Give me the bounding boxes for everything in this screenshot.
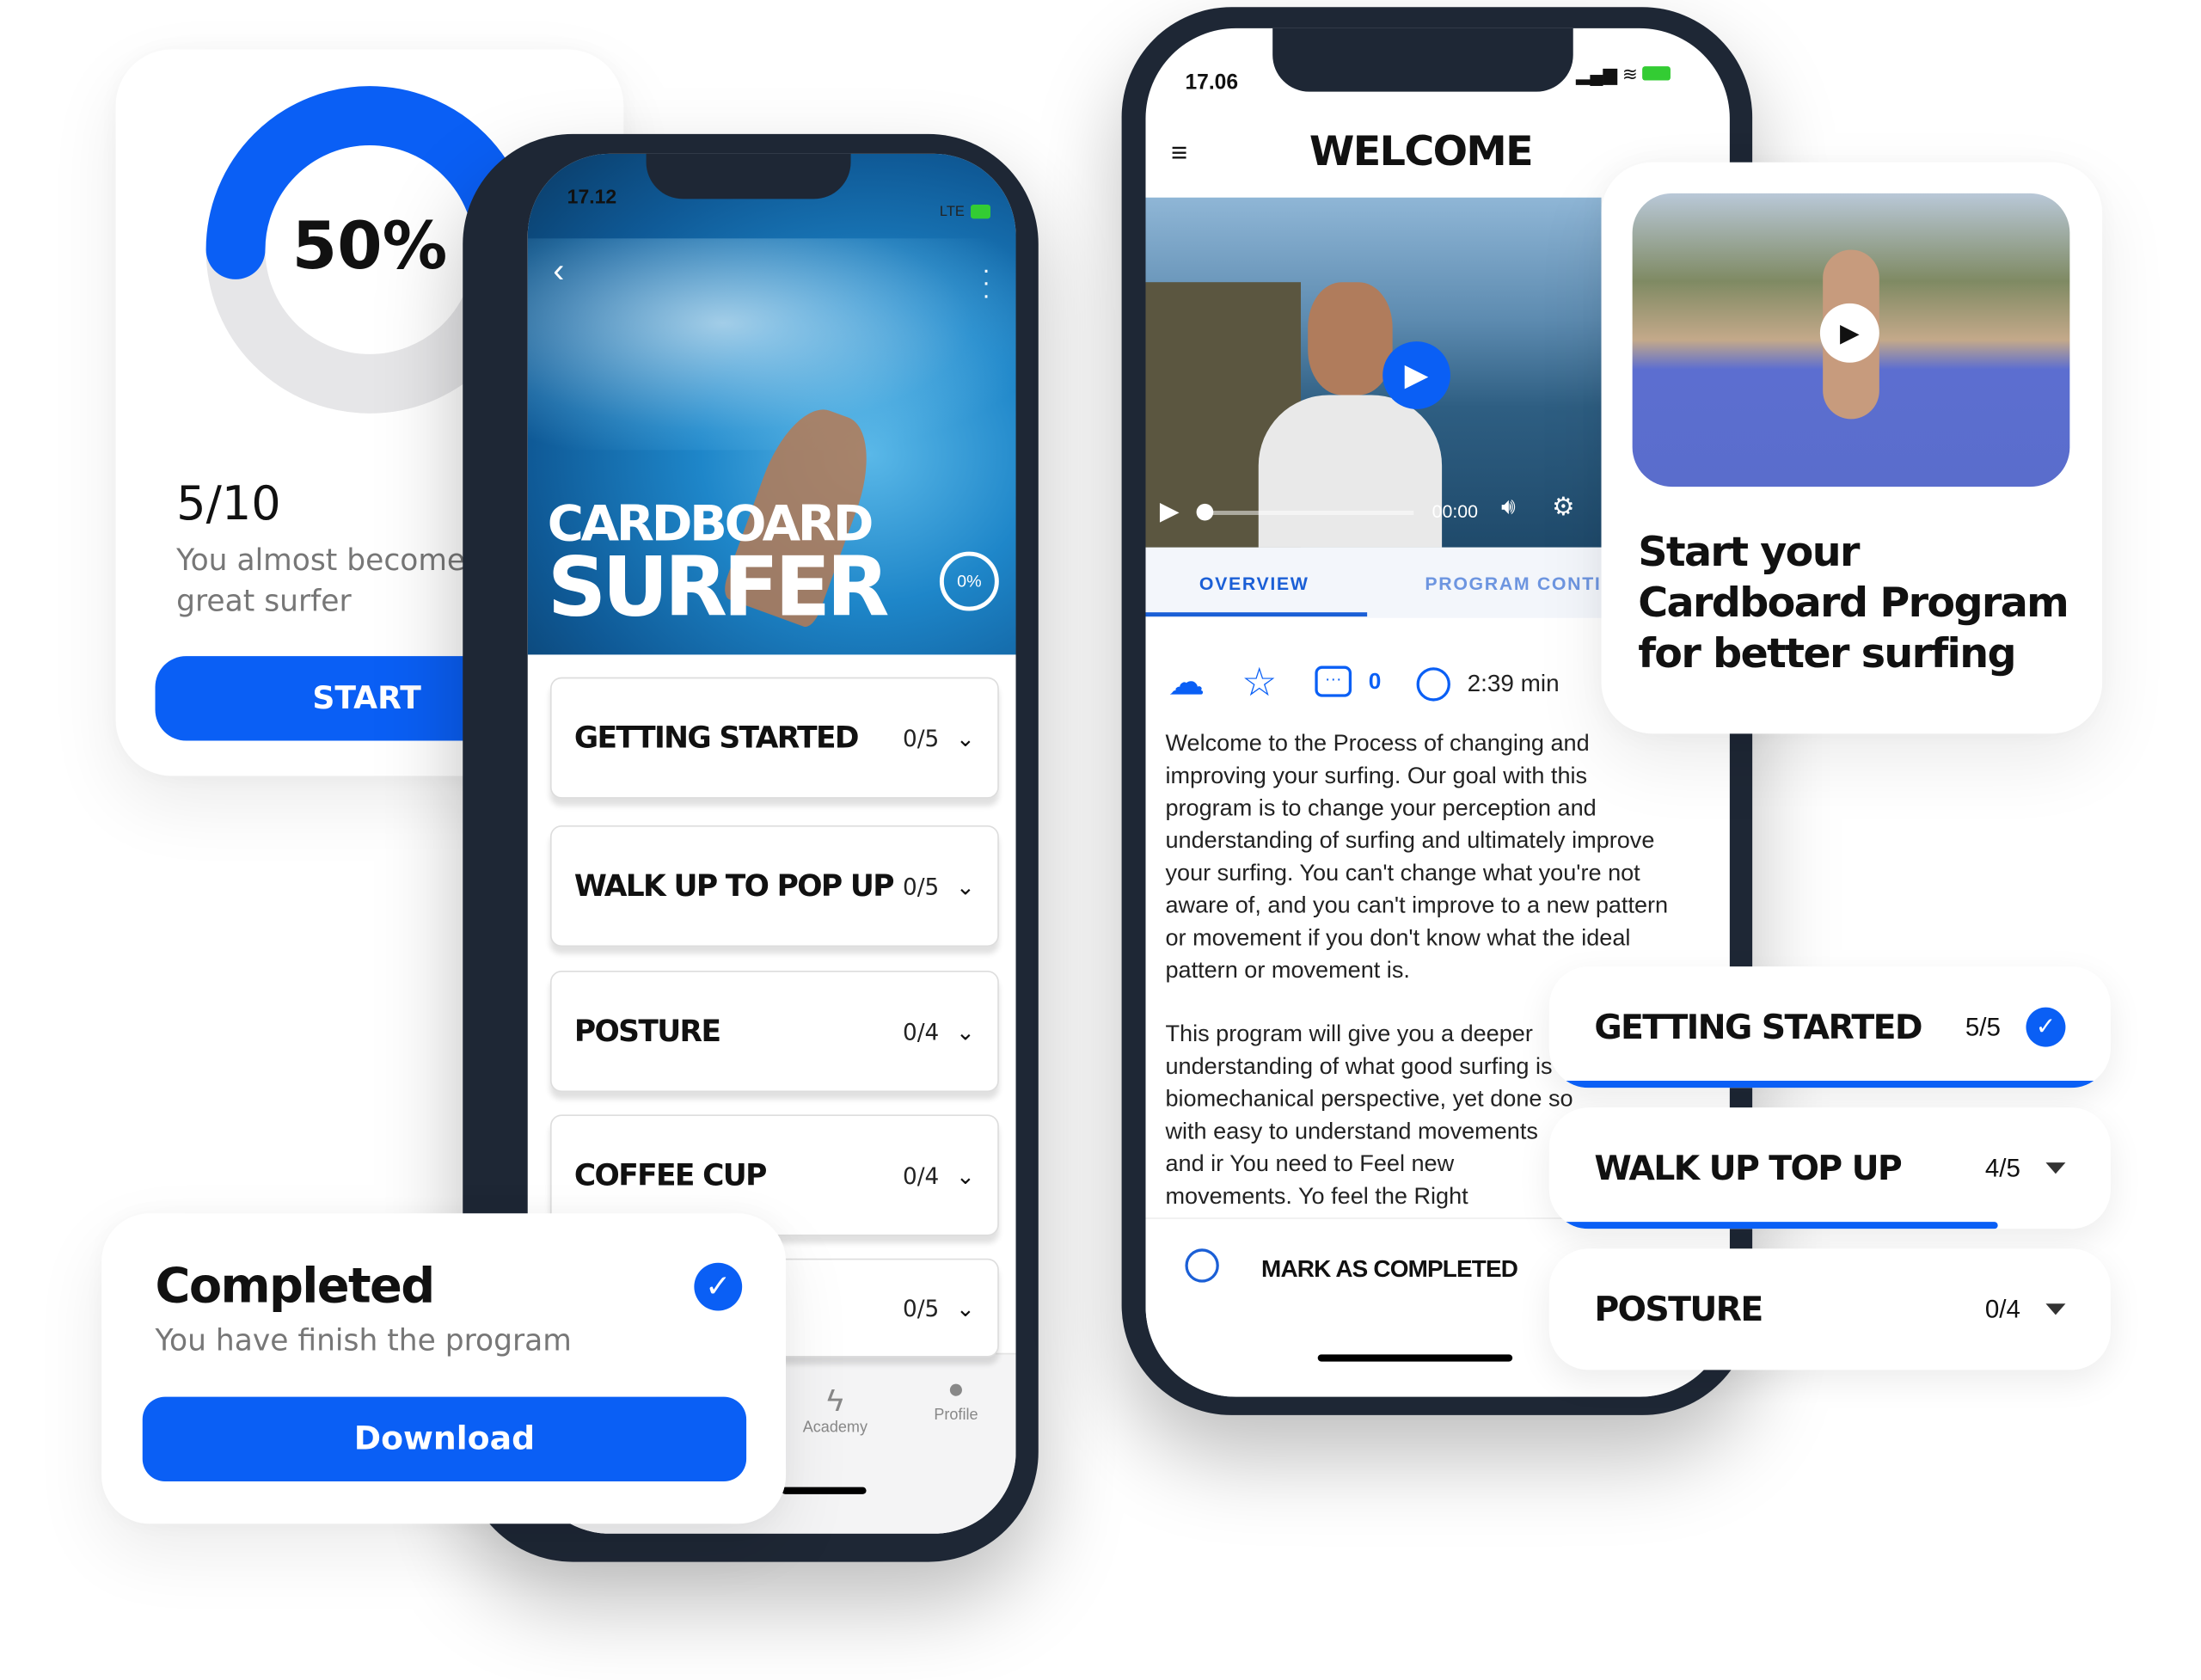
overview-paragraph-1: Welcome to the Process of changing and i…	[1165, 731, 1669, 984]
notch	[646, 153, 851, 199]
video-time: 00:00	[1432, 500, 1479, 523]
tab-active-indicator	[1145, 612, 1368, 617]
person-icon: ●	[947, 1374, 965, 1406]
timer-icon	[1416, 667, 1450, 702]
tab-academy[interactable]: ϟ Academy	[803, 1383, 868, 1436]
progress-count: 5/10	[176, 475, 281, 531]
section-progress-bar	[1548, 1081, 2111, 1088]
play-icon[interactable]: ▶	[1160, 497, 1180, 526]
mark-complete-label[interactable]: MARK AS COMPLETED	[1261, 1255, 1518, 1284]
right-section-posture[interactable]: POSTURE 0/4	[1548, 1248, 2111, 1370]
hero-title-line2: SURFER	[547, 538, 890, 635]
status-time: 17.12	[567, 184, 617, 208]
completed-message: You have finish the program	[155, 1323, 572, 1358]
progress-message: You almost become a great surfer	[176, 543, 494, 618]
star-icon[interactable]: ☆	[1242, 659, 1277, 705]
chevron-down-icon: ⌄	[955, 1294, 975, 1321]
chevron-down-icon: ⌄	[955, 1017, 975, 1045]
completed-title: Completed	[155, 1258, 436, 1315]
status-time: 17.06	[1185, 71, 1239, 95]
notch	[1272, 28, 1573, 92]
check-circle-icon: ✓	[694, 1262, 743, 1311]
program-video-thumbnail[interactable]: ▶	[1632, 193, 2070, 487]
play-button[interactable]: ▶	[1819, 303, 1879, 363]
comment-icon[interactable]: ···	[1315, 665, 1352, 697]
more-options-icon[interactable]: · · ·	[982, 257, 990, 308]
back-icon[interactable]: ‹	[553, 253, 564, 292]
section-posture[interactable]: POSTURE 0/4 ⌄	[549, 971, 999, 1093]
tab-overview[interactable]: OVERVIEW	[1199, 573, 1309, 594]
section-walk-up[interactable]: WALK UP TO POP UP 0/5 ⌄	[549, 825, 999, 947]
tab-program-content[interactable]: PROGRAM CONTI	[1425, 573, 1601, 594]
home-indicator	[1317, 1354, 1513, 1362]
chevron-down-icon: ⌄	[955, 872, 975, 900]
volume-icon[interactable]: 🔊︎	[1501, 495, 1516, 521]
duration: 2:39 min	[1467, 670, 1560, 697]
chevron-down-icon: ⌄	[955, 724, 975, 751]
lightning-icon: ϟ	[826, 1383, 843, 1419]
video-player[interactable]: ▶ ▶ 00:00 🔊︎ ⚙	[1145, 197, 1602, 548]
hero-progress-ring: 0%	[939, 551, 999, 611]
start-program-card[interactable]: ▶ Start your Cardboard Program for bette…	[1601, 162, 2103, 734]
screen-title: WELCOME	[1309, 126, 1534, 175]
signal-wifi-battery-icon: ▂▄▆ ≋	[1576, 64, 1671, 86]
download-button[interactable]: Download	[142, 1396, 747, 1482]
tab-profile[interactable]: ● Profile	[934, 1374, 978, 1423]
check-circle-icon: ✓	[2026, 1007, 2066, 1047]
play-button[interactable]: ▶	[1383, 341, 1450, 409]
seek-bar[interactable]	[1196, 503, 1414, 521]
network-label: LTE	[939, 204, 965, 220]
battery-icon	[971, 204, 990, 219]
presenter	[1258, 395, 1443, 548]
section-progress-bar	[1548, 1222, 1999, 1229]
right-section-getting-started[interactable]: GETTING STARTED 5/5 ✓	[1548, 966, 2111, 1088]
mark-complete-radio[interactable]	[1185, 1248, 1219, 1283]
chevron-down-icon: ⌄	[955, 1162, 975, 1189]
right-section-walk-up-top-up[interactable]: WALK UP TOP UP 4/5	[1548, 1107, 2111, 1229]
completed-card: Completed ✓ You have finish the program …	[101, 1213, 787, 1524]
caret-down-icon[interactable]	[2045, 1162, 2066, 1174]
home-indicator	[782, 1487, 867, 1494]
download-cloud-icon[interactable]: ☁	[1168, 660, 1205, 704]
settings-icon[interactable]: ⚙	[1552, 493, 1574, 522]
comment-count: 0	[1368, 670, 1382, 695]
caret-down-icon[interactable]	[2045, 1303, 2066, 1315]
hero-progress-label: 0%	[957, 571, 982, 592]
overview-paragraph-2: This program will give you a deeper unde…	[1165, 1021, 1573, 1210]
section-getting-started[interactable]: GETTING STARTED 0/5 ⌄	[549, 677, 999, 799]
start-card-title: Start your Cardboard Program for better …	[1638, 527, 2069, 678]
